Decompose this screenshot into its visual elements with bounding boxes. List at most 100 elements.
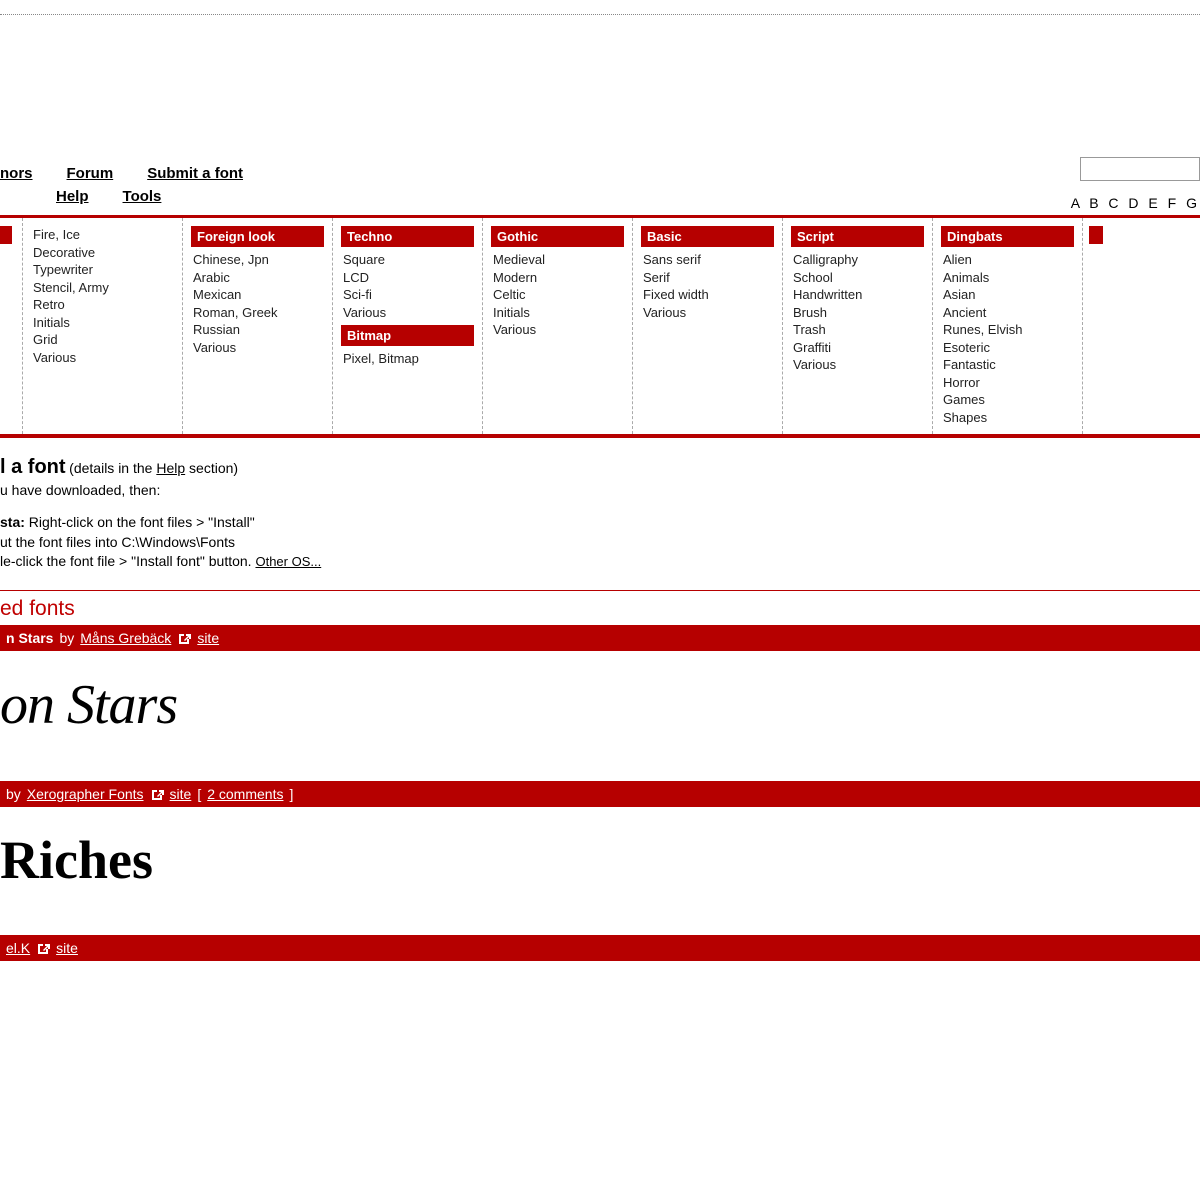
cat-link[interactable]: Alien — [943, 251, 1074, 269]
category-items: Alien Animals Asian Ancient Runes, Elvis… — [941, 251, 1074, 426]
category-bar: Fire, Ice Decorative Typewriter Stencil,… — [0, 215, 1200, 438]
cat-link[interactable]: Graffiti — [793, 339, 924, 357]
dotted-divider — [0, 14, 1200, 15]
category-header[interactable]: Basic — [641, 226, 774, 247]
category-header[interactable]: Script — [791, 226, 924, 247]
cat-link[interactable]: Fire, Ice — [33, 226, 174, 244]
install-line-mac: le-click the font file > "Install font" … — [0, 552, 1200, 572]
divider — [0, 590, 1200, 591]
comments-link[interactable]: 2 comments — [207, 786, 283, 802]
cat-link[interactable]: Animals — [943, 269, 1074, 287]
cat-link[interactable]: School — [793, 269, 924, 287]
author-link[interactable]: Måns Grebäck — [80, 630, 171, 646]
install-win-label: sta: — [0, 514, 25, 530]
cat-link[interactable]: Fixed width — [643, 286, 774, 304]
cat-link[interactable]: Various — [643, 304, 774, 322]
cat-link[interactable]: Stencil, Army — [33, 279, 174, 297]
category-header-bitmap[interactable]: Bitmap — [341, 325, 474, 346]
font-preview-1[interactable]: on Stars — [0, 651, 1200, 777]
cat-link[interactable]: Various — [493, 321, 624, 339]
site-link[interactable]: site — [170, 786, 192, 802]
category-col-basic: Basic Sans serif Serif Fixed width Vario… — [632, 218, 782, 434]
cat-link[interactable]: Grid — [33, 331, 174, 349]
category-col-last — [1082, 218, 1102, 434]
cat-link[interactable]: Medieval — [493, 251, 624, 269]
install-body: u have downloaded, then: sta: Right-clic… — [0, 481, 1200, 571]
cat-link[interactable]: Initials — [493, 304, 624, 322]
cat-link[interactable]: Square — [343, 251, 474, 269]
cat-link[interactable]: Handwritten — [793, 286, 924, 304]
cat-link[interactable]: Retro — [33, 296, 174, 314]
cat-link[interactable]: Fantastic — [943, 356, 1074, 374]
cat-link[interactable]: Various — [33, 349, 174, 367]
cat-link[interactable]: Calligraphy — [793, 251, 924, 269]
font-header-2: by Xerographer Fonts site [2 comments] — [0, 781, 1200, 807]
cat-link[interactable]: Shapes — [943, 409, 1074, 427]
category-items: Sans serif Serif Fixed width Various — [641, 251, 774, 321]
site-link[interactable]: site — [56, 940, 78, 956]
cat-link[interactable]: LCD — [343, 269, 474, 287]
install-detail-prefix: (details in the — [69, 460, 156, 476]
category-header[interactable] — [0, 226, 12, 244]
category-header[interactable]: Techno — [341, 226, 474, 247]
category-items: Square LCD Sci-fi Various — [341, 251, 474, 321]
nav-submit[interactable]: Submit a font — [147, 165, 243, 182]
cat-link[interactable]: Arabic — [193, 269, 324, 287]
cat-link[interactable]: Typewriter — [33, 261, 174, 279]
category-col-script: Script Calligraphy School Handwritten Br… — [782, 218, 932, 434]
bracket-close: ] — [289, 786, 293, 802]
cat-link[interactable]: Roman, Greek — [193, 304, 324, 322]
cat-link[interactable]: Runes, Elvish — [943, 321, 1074, 339]
font-header-3: el.K site — [0, 935, 1200, 961]
nav-forum[interactable]: Forum — [67, 165, 114, 182]
cat-link[interactable]: Ancient — [943, 304, 1074, 322]
font-preview-3[interactable] — [0, 961, 1200, 983]
external-link-icon — [177, 632, 191, 644]
nav-line-2: Help Tools — [56, 188, 243, 205]
category-header[interactable] — [1089, 226, 1103, 244]
cat-link[interactable]: Esoteric — [943, 339, 1074, 357]
category-col-foreign: Foreign look Chinese, Jpn Arabic Mexican… — [182, 218, 332, 434]
font-preview-2[interactable]: Riches — [0, 807, 1200, 931]
cat-link[interactable]: Various — [793, 356, 924, 374]
install-line-xp: ut the font files into C:\Windows\Fonts — [0, 533, 1200, 553]
nav-authors[interactable]: nors — [0, 165, 33, 182]
cat-link[interactable]: Initials — [33, 314, 174, 332]
category-header[interactable]: Gothic — [491, 226, 624, 247]
cat-link[interactable]: Brush — [793, 304, 924, 322]
category-items: Calligraphy School Handwritten Brush Tra… — [791, 251, 924, 374]
cat-link[interactable]: Various — [343, 304, 474, 322]
help-link[interactable]: Help — [156, 460, 185, 476]
category-header[interactable]: Dingbats — [941, 226, 1074, 247]
category-header[interactable]: Foreign look — [191, 226, 324, 247]
author-link[interactable]: el.K — [6, 940, 30, 956]
cat-link[interactable]: Russian — [193, 321, 324, 339]
alpha-index[interactable]: A B C D E F G — [1071, 195, 1200, 211]
cat-link[interactable]: Games — [943, 391, 1074, 409]
cat-link[interactable]: Mexican — [193, 286, 324, 304]
font-name[interactable]: n Stars — [6, 630, 53, 646]
cat-link[interactable]: Pixel, Bitmap — [343, 350, 474, 368]
category-items: Medieval Modern Celtic Initials Various — [491, 251, 624, 339]
cat-link[interactable]: Celtic — [493, 286, 624, 304]
cat-link[interactable]: Decorative — [33, 244, 174, 262]
bracket-open: [ — [197, 786, 201, 802]
cat-link[interactable]: Sans serif — [643, 251, 774, 269]
nav-tools[interactable]: Tools — [123, 188, 162, 205]
nav-help[interactable]: Help — [56, 188, 89, 205]
cat-link[interactable]: Trash — [793, 321, 924, 339]
cat-link[interactable]: Various — [193, 339, 324, 357]
cat-link[interactable]: Horror — [943, 374, 1074, 392]
cat-link[interactable]: Chinese, Jpn — [193, 251, 324, 269]
site-link[interactable]: site — [197, 630, 219, 646]
cat-link[interactable]: Asian — [943, 286, 1074, 304]
external-link-icon — [150, 788, 164, 800]
cat-link[interactable]: Sci-fi — [343, 286, 474, 304]
search-input[interactable] — [1080, 157, 1200, 181]
install-heading-row: l a font (details in the Help section) — [0, 456, 1200, 479]
cat-link[interactable]: Serif — [643, 269, 774, 287]
cat-link[interactable]: Modern — [493, 269, 624, 287]
by-label: by — [59, 630, 74, 646]
other-os-link[interactable]: Other OS... — [255, 554, 321, 569]
author-link[interactable]: Xerographer Fonts — [27, 786, 144, 802]
